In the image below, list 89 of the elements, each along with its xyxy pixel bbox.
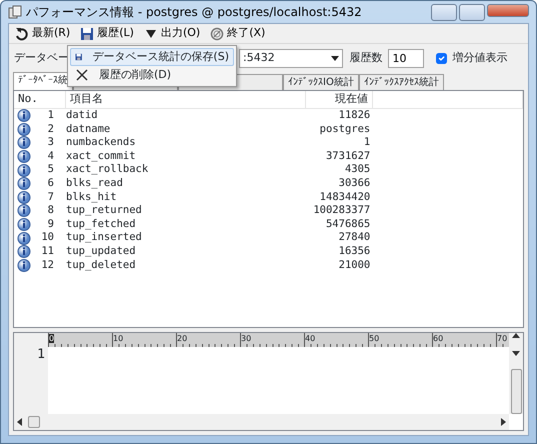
table-cell-text: numbackends bbox=[66, 136, 137, 150]
history-count-field[interactable]: 10 bbox=[388, 48, 424, 68]
toolbar-button[interactable]: 終了(X) bbox=[208, 25, 268, 42]
table-cell-text: 10 bbox=[40, 231, 54, 245]
scrollbar-thumb[interactable] bbox=[28, 416, 40, 428]
table-cell-text: 11826 bbox=[338, 109, 372, 123]
scroll-down-icon bbox=[512, 351, 520, 356]
table-cell-text: 100283377 bbox=[312, 204, 372, 218]
table-cell-text: postgres bbox=[318, 122, 372, 136]
info-icon bbox=[16, 136, 31, 150]
table-cell-text: 9 bbox=[46, 218, 54, 232]
table-cell-text: 1 bbox=[46, 109, 54, 123]
column-header: No. bbox=[14, 91, 66, 109]
minimize-button[interactable] bbox=[431, 4, 457, 20]
ruler-number: 70 bbox=[497, 334, 508, 343]
close-button[interactable] bbox=[487, 4, 529, 18]
ruler-number: 10 bbox=[113, 334, 124, 343]
scrollbar-thumb[interactable] bbox=[510, 369, 522, 414]
info-icon bbox=[16, 232, 31, 245]
table-cell-text: 7 bbox=[46, 190, 54, 204]
table-cell-text: 11 bbox=[40, 244, 54, 259]
info-icon bbox=[16, 218, 31, 232]
info-icon bbox=[16, 245, 31, 258]
table-cell-text: tup_fetched bbox=[66, 218, 137, 232]
table-cell-text: tup_inserted bbox=[66, 231, 143, 245]
maximize-button[interactable] bbox=[459, 4, 485, 20]
toolbar-button[interactable]: 履歴(L) bbox=[78, 25, 136, 42]
delta-checkbox[interactable] bbox=[436, 52, 446, 64]
table-cell-text: 1 bbox=[362, 136, 372, 150]
table-cell-text: 5 bbox=[46, 163, 54, 177]
tab[interactable]: ｲﾝﾃﾞｯｸｽIO統計 bbox=[283, 74, 359, 90]
table-cell-text: 12 bbox=[40, 258, 54, 272]
table-cell-text: 8 bbox=[46, 204, 54, 218]
menu-item[interactable]: 履歴の削除(D) bbox=[70, 66, 234, 84]
table-cell-text: blks_hit bbox=[66, 190, 118, 204]
table-cell-text: xact_rollback bbox=[66, 163, 150, 177]
table-cell-text: 3 bbox=[46, 136, 54, 150]
refresh-icon bbox=[15, 26, 29, 40]
toolbar-button[interactable]: 出力(O) bbox=[142, 25, 202, 42]
scroll-left-icon bbox=[17, 418, 22, 426]
column-header: 現在値 bbox=[306, 91, 373, 109]
info-icon bbox=[16, 190, 31, 204]
scroll-right-icon bbox=[501, 418, 506, 426]
toolbar-button[interactable]: 最新(R) bbox=[13, 25, 72, 42]
table-cell-text: datname bbox=[66, 122, 112, 136]
table-cell-text: 30366 bbox=[338, 176, 372, 191]
table-cell-text: 4 bbox=[46, 150, 54, 164]
tab[interactable]: ｲﾝﾃﾞｯｸｽｱｸｾｽ統計 bbox=[358, 74, 444, 90]
table-cell-text: 16356 bbox=[338, 244, 372, 259]
info-icon bbox=[16, 177, 31, 190]
table-cell-text: blks_read bbox=[66, 176, 124, 191]
info-icon bbox=[16, 150, 31, 164]
caret-icon bbox=[331, 56, 340, 60]
ruler-number: 0 bbox=[49, 334, 54, 343]
menu-item[interactable]: データベース統計の保存(S) bbox=[70, 48, 234, 66]
ruler-number: 50 bbox=[369, 334, 380, 343]
delta-label: 増分値表示 bbox=[452, 50, 508, 66]
table-cell-text: tup_returned bbox=[66, 204, 143, 218]
column-header: 項目名 bbox=[66, 91, 306, 109]
info-icon bbox=[16, 258, 31, 272]
ruler-number: 60 bbox=[433, 334, 444, 343]
table-cell-text: 21000 bbox=[338, 258, 372, 272]
history-count-label: 履歴数 bbox=[349, 50, 382, 66]
info-icon bbox=[16, 109, 31, 122]
table-cell-text: 3731627 bbox=[324, 150, 372, 164]
app-icon bbox=[8, 5, 22, 19]
ruler-number: 30 bbox=[241, 334, 252, 343]
table-cell-text: tup_deleted bbox=[66, 258, 137, 272]
table-cell-text: 14834420 bbox=[318, 190, 372, 204]
table-cell-text: 5476865 bbox=[324, 218, 372, 232]
cross-icon bbox=[75, 68, 89, 82]
tab[interactable]: ﾃﾞｰﾀﾍﾞｰｽ統 bbox=[13, 72, 73, 90]
table-cell-text: 4305 bbox=[344, 163, 372, 177]
window-title: パフォーマンス情報 - postgres @ postgres/localhost:5432 bbox=[26, 4, 362, 21]
scroll-up-icon bbox=[512, 333, 520, 338]
table-cell-text: 27840 bbox=[338, 231, 372, 245]
info-icon bbox=[16, 164, 31, 177]
ruler-number: 20 bbox=[177, 334, 188, 343]
circle-icon bbox=[210, 26, 224, 40]
table-cell-text: datid bbox=[66, 109, 99, 123]
table-cell-text: tup_updated bbox=[66, 244, 137, 259]
info-icon bbox=[16, 122, 31, 136]
table-cell-text: xact_commit bbox=[66, 150, 137, 164]
ruler-number: 40 bbox=[305, 334, 316, 343]
database-dropdown[interactable]: :5432 bbox=[239, 48, 344, 68]
table-cell-text: 2 bbox=[46, 122, 54, 136]
line-number: 1 bbox=[37, 347, 45, 364]
info-icon bbox=[16, 204, 31, 218]
table-cell-text: 6 bbox=[46, 176, 54, 191]
